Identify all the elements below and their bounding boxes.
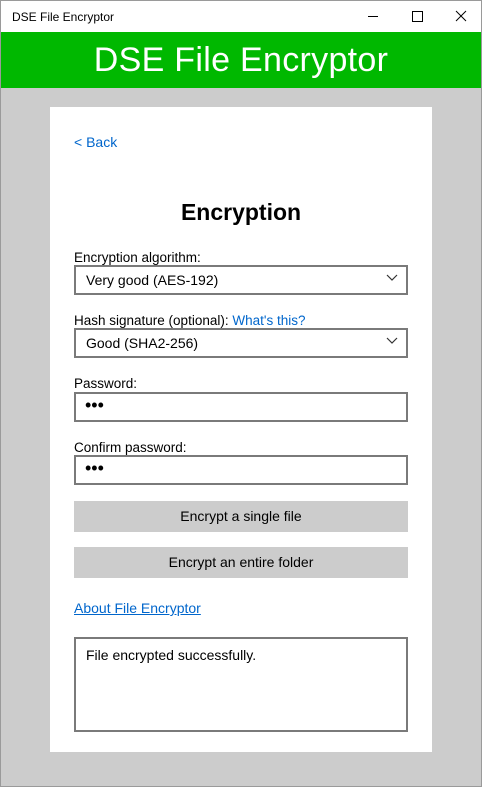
hash-select[interactable]: Good (SHA2-256): [74, 328, 408, 358]
algorithm-select-value: Very good (AES-192): [86, 272, 219, 288]
hash-label: Hash signature (optional):: [74, 313, 229, 328]
password-field[interactable]: •••: [74, 392, 408, 422]
chevron-down-icon: [386, 337, 398, 344]
status-message: File encrypted successfully.: [86, 647, 257, 663]
encrypt-folder-button[interactable]: Encrypt an entire folder: [74, 547, 408, 578]
app-window: DSE File Encryptor DSE File Encryptor < …: [0, 0, 482, 787]
algorithm-label: Encryption algorithm:: [74, 250, 201, 265]
confirm-password-value: •••: [85, 458, 104, 478]
minimize-icon: [368, 16, 378, 17]
page-title: Encryption: [180, 199, 302, 225]
hash-label-row: Hash signature (optional): What's this?: [74, 313, 305, 328]
status-output[interactable]: File encrypted successfully.: [74, 637, 408, 732]
close-button[interactable]: [439, 1, 481, 32]
password-label: Password:: [74, 376, 138, 391]
back-link[interactable]: < Back: [74, 134, 117, 150]
algorithm-select[interactable]: Very good (AES-192): [74, 265, 408, 295]
app-header: DSE File Encryptor: [1, 32, 481, 88]
window-title: DSE File Encryptor: [12, 10, 115, 24]
encryption-card: < Back Encryption Encryption algorithm: …: [50, 107, 432, 752]
confirm-password-label: Confirm password:: [74, 440, 187, 455]
confirm-password-field[interactable]: •••: [74, 455, 408, 485]
chevron-down-icon: [386, 274, 398, 281]
close-icon: [455, 10, 467, 22]
encrypt-file-button[interactable]: Encrypt a single file: [74, 501, 408, 532]
whats-this-link[interactable]: What's this?: [232, 313, 305, 328]
hash-select-value: Good (SHA2-256): [86, 335, 199, 351]
about-link[interactable]: About File Encryptor: [74, 600, 201, 616]
app-header-title: DSE File Encryptor: [93, 41, 389, 79]
title-bar[interactable]: DSE File Encryptor: [1, 1, 481, 32]
maximize-button[interactable]: [395, 1, 439, 32]
minimize-button[interactable]: [351, 1, 395, 32]
maximize-icon: [412, 11, 423, 22]
password-value: •••: [85, 395, 104, 415]
